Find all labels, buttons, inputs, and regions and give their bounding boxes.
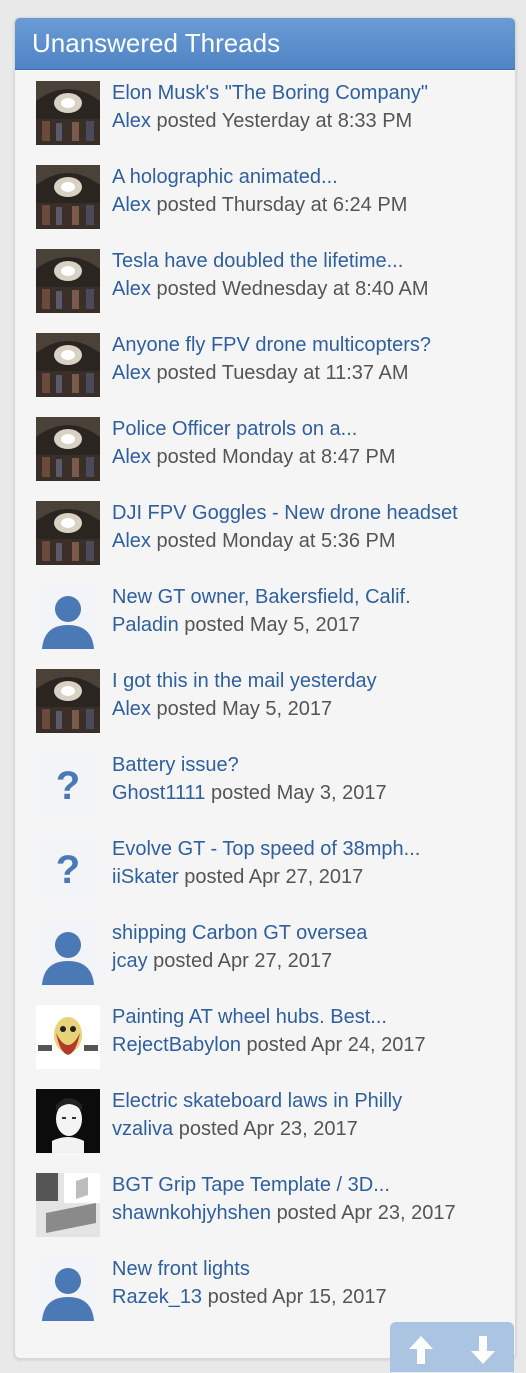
thread-posted-time: posted May 3, 2017 [210, 782, 387, 804]
thread-meta: Alex posted Thursday at 6:24 PM [112, 192, 407, 218]
thread-author-link[interactable]: Razek_13 [112, 1286, 202, 1308]
thread-meta: RejectBabylon posted Apr 24, 2017 [112, 1032, 426, 1058]
thread-item: ? Battery issue? Ghost1111 posted May 3, 2… [15, 748, 515, 832]
thread-title-link[interactable]: Tesla have doubled the lifetime... [112, 248, 403, 274]
avatar[interactable]: ? [36, 753, 100, 817]
thread-posted-time: posted Tuesday at 11:37 AM [156, 362, 409, 384]
thread-title-link[interactable]: Evolve GT - Top speed of 38mph... [112, 836, 420, 862]
thread-meta: Ghost1111 posted May 3, 2017 [112, 780, 387, 806]
arrow-down-icon [471, 1336, 495, 1364]
scroll-down-button[interactable] [463, 1332, 503, 1368]
thread-author-link[interactable]: Alex [112, 194, 151, 216]
unanswered-threads-panel: Unanswered Threads Elon Musk's "The Bori… [14, 17, 516, 1359]
thread-title-link[interactable]: Battery issue? [112, 752, 239, 778]
thread-title-link[interactable]: I got this in the mail yesterday [112, 668, 377, 694]
thread-meta: iiSkater posted Apr 27, 2017 [112, 864, 363, 890]
thread-author-link[interactable]: Paladin [112, 614, 179, 636]
thread-title-link[interactable]: BGT Grip Tape Template / 3D... [112, 1172, 390, 1198]
thread-item: I got this in the mail yesterday Alex pos… [15, 664, 515, 748]
thread-posted-time: posted Apr 23, 2017 [276, 1202, 456, 1224]
svg-text:?: ? [56, 764, 80, 808]
panel-title: Unanswered Threads [15, 18, 515, 70]
avatar[interactable] [36, 417, 100, 481]
thread-posted-time: posted Monday at 5:36 PM [156, 530, 396, 552]
thread-title-link[interactable]: Electric skateboard laws in Philly [112, 1088, 402, 1114]
thread-item: Electric skateboard laws in Philly vzaliv… [15, 1084, 515, 1168]
avatar[interactable] [36, 1173, 100, 1237]
thread-posted-time: posted Wednesday at 8:40 AM [156, 278, 429, 300]
thread-title-link[interactable]: New front lights [112, 1256, 250, 1282]
thread-posted-time: posted Apr 24, 2017 [246, 1034, 426, 1056]
thread-author-link[interactable]: jcay [112, 950, 148, 972]
thread-meta: vzaliva posted Apr 23, 2017 [112, 1116, 358, 1142]
thread-author-link[interactable]: vzaliva [112, 1118, 173, 1140]
thread-author-link[interactable]: iiSkater [112, 866, 179, 888]
thread-author-link[interactable]: Alex [112, 362, 151, 384]
thread-posted-time: posted Apr 15, 2017 [207, 1286, 387, 1308]
avatar[interactable] [36, 501, 100, 565]
arrow-up-icon [409, 1336, 433, 1364]
thread-posted-time: posted Yesterday at 8:33 PM [156, 110, 413, 132]
thread-posted-time: posted Apr 27, 2017 [153, 950, 333, 972]
avatar[interactable] [36, 1089, 100, 1153]
thread-title-link[interactable]: shipping Carbon GT oversea [112, 920, 367, 946]
avatar[interactable] [36, 1005, 100, 1069]
thread-posted-time: posted May 5, 2017 [184, 614, 360, 636]
thread-meta: Alex posted Tuesday at 11:37 AM [112, 360, 409, 386]
avatar[interactable] [36, 249, 100, 313]
thread-posted-time: posted May 5, 2017 [156, 698, 333, 720]
thread-meta: shawnkohjyhshen posted Apr 23, 2017 [112, 1200, 456, 1226]
thread-item: shipping Carbon GT oversea jcay posted Ap… [15, 916, 515, 1000]
thread-author-link[interactable]: Alex [112, 278, 151, 300]
thread-title-link[interactable]: Elon Musk's "The Boring Company" [112, 80, 428, 106]
thread-item: Painting AT wheel hubs. Best... RejectBab… [15, 1000, 515, 1084]
thread-item: Tesla have doubled the lifetime... Alex p… [15, 244, 515, 328]
thread-item: BGT Grip Tape Template / 3D... shawnkohjy… [15, 1168, 515, 1252]
thread-item: DJI FPV Goggles - New drone headset Alex … [15, 496, 515, 580]
scroll-up-button[interactable] [401, 1332, 441, 1368]
thread-meta: Alex posted Monday at 8:47 PM [112, 444, 396, 470]
thread-author-link[interactable]: Alex [112, 110, 151, 132]
thread-author-link[interactable]: RejectBabylon [112, 1034, 241, 1056]
svg-text:?: ? [56, 848, 80, 892]
thread-item: Elon Musk's "The Boring Company" Alex pos… [15, 76, 515, 160]
thread-author-link[interactable]: Alex [112, 446, 151, 468]
avatar[interactable] [36, 585, 100, 649]
thread-title-link[interactable]: A holographic animated... [112, 164, 338, 190]
thread-title-link[interactable]: Anyone fly FPV drone multicopters? [112, 332, 431, 358]
thread-author-link[interactable]: Ghost1111 [112, 782, 205, 804]
thread-title-link[interactable]: Painting AT wheel hubs. Best... [112, 1004, 387, 1030]
thread-meta: Alex posted Yesterday at 8:33 PM [112, 108, 412, 134]
scroll-buttons [390, 1322, 514, 1372]
avatar[interactable] [36, 1257, 100, 1321]
avatar[interactable]: ? [36, 837, 100, 901]
thread-title-link[interactable]: DJI FPV Goggles - New drone headset [112, 500, 458, 526]
thread-list: Elon Musk's "The Boring Company" Alex pos… [15, 76, 515, 1336]
avatar[interactable] [36, 669, 100, 733]
thread-item: ? Evolve GT - Top speed of 38mph... iiSkat… [15, 832, 515, 916]
thread-meta: jcay posted Apr 27, 2017 [112, 948, 332, 974]
thread-meta: Alex posted Wednesday at 8:40 AM [112, 276, 429, 302]
thread-author-link[interactable]: shawnkohjyhshen [112, 1202, 271, 1224]
thread-author-link[interactable]: Alex [112, 530, 151, 552]
thread-meta: Alex posted May 5, 2017 [112, 696, 332, 722]
avatar[interactable] [36, 165, 100, 229]
thread-posted-time: posted Monday at 8:47 PM [156, 446, 396, 468]
thread-posted-time: posted Apr 27, 2017 [184, 866, 364, 888]
thread-meta: Alex posted Monday at 5:36 PM [112, 528, 396, 554]
thread-item: A holographic animated... Alex posted Thu… [15, 160, 515, 244]
thread-meta: Paladin posted May 5, 2017 [112, 612, 360, 638]
thread-author-link[interactable]: Alex [112, 698, 151, 720]
thread-title-link[interactable]: Police Officer patrols on a... [112, 416, 357, 442]
avatar[interactable] [36, 81, 100, 145]
thread-posted-time: posted Thursday at 6:24 PM [156, 194, 408, 216]
thread-item: New GT owner, Bakersfield, Calif. Paladin… [15, 580, 515, 664]
thread-item: Anyone fly FPV drone multicopters? Alex p… [15, 328, 515, 412]
thread-posted-time: posted Apr 23, 2017 [178, 1118, 358, 1140]
avatar[interactable] [36, 921, 100, 985]
avatar[interactable] [36, 333, 100, 397]
thread-meta: Razek_13 posted Apr 15, 2017 [112, 1284, 387, 1310]
thread-title-link[interactable]: New GT owner, Bakersfield, Calif. [112, 584, 411, 610]
thread-item: Police Officer patrols on a... Alex poste… [15, 412, 515, 496]
